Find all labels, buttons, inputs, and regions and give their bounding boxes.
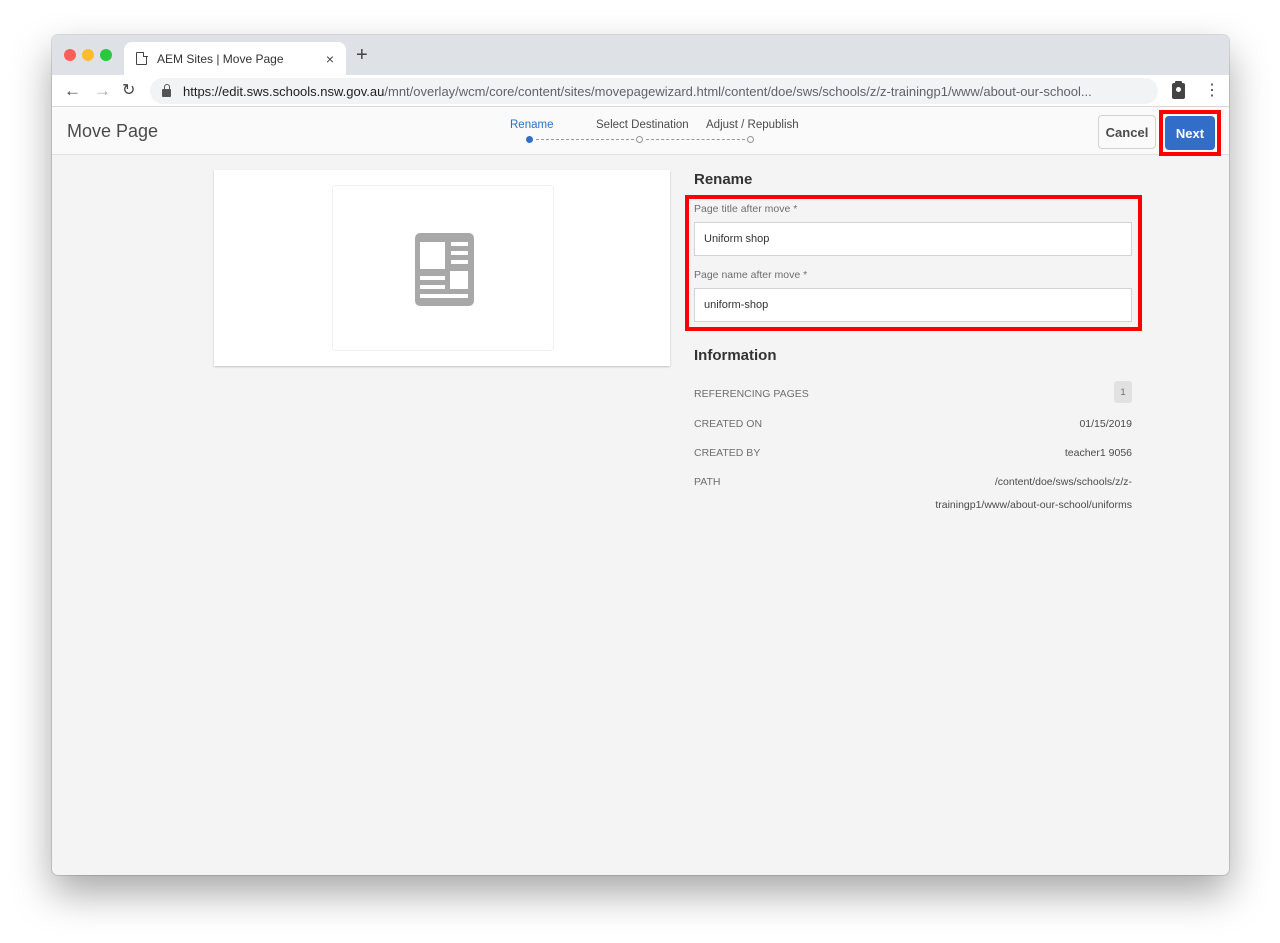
document-icon [136,51,148,65]
tab-close-icon[interactable]: × [326,51,334,67]
step-adjust-republish[interactable]: Adjust / Republish [706,119,799,131]
browser-toolbar: ← → ↻ https://edit.sws.schools.nsw.gov.a… [52,75,1229,107]
next-button[interactable]: Next [1165,116,1215,150]
address-bar[interactable]: https://edit.sws.schools.nsw.gov.au/mnt/… [150,78,1158,104]
page-name-input[interactable]: uniform-shop [694,288,1132,322]
minimize-window-button[interactable] [82,49,94,61]
new-tab-button[interactable]: + [356,45,368,65]
info-value: teacher1 9056 [1064,447,1132,459]
page-title: Move Page [67,121,159,141]
rename-heading: Rename [694,171,753,188]
page-name-label: Page name after move * [694,269,808,281]
browser-window: AEM Sites | Move Page × + ← → ↻ https://… [52,35,1229,875]
page-title-label: Page title after move * [694,203,798,215]
close-window-button[interactable] [64,49,76,61]
step-dot-active [526,136,533,143]
info-value: 01/15/2019 [1079,418,1132,430]
step-dot [636,136,643,143]
info-key: CREATED ON [694,418,763,430]
step-select-destination[interactable]: Select Destination [596,119,689,131]
step-dot [747,136,754,143]
page-layout-icon [415,233,474,306]
lock-icon [162,83,171,97]
more-menu-icon[interactable]: ⋮ [1204,81,1220,101]
wizard-stepper: Rename Select Destination Adjust / Repub… [492,117,812,149]
cancel-button[interactable]: Cancel [1098,115,1156,149]
browser-tab[interactable]: AEM Sites | Move Page × [124,42,346,75]
step-rename[interactable]: Rename [510,119,553,131]
tab-strip: AEM Sites | Move Page × + [52,35,1229,75]
url-host: https://edit.sws.schools.nsw.gov.au [183,83,385,99]
forward-arrow-icon[interactable]: → [94,79,111,103]
info-value-path: /content/doe/sws/schools/z/z-trainingp1/… [935,476,1132,511]
info-key: PATH [694,476,721,488]
next-highlight-box: Next [1159,110,1221,156]
clipboard-extension-icon[interactable] [1172,81,1185,99]
referencing-pages-badge[interactable]: 1 [1114,381,1132,403]
url-path: /mnt/overlay/wcm/core/content/sites/move… [384,83,1092,99]
page-title-input[interactable]: Uniform shop [694,222,1132,256]
info-key: CREATED BY [694,447,761,459]
info-key: REFERENCING PAGES [694,388,809,400]
page-thumbnail [332,185,554,351]
wizard-header: Move Page Rename Select Destination Adju… [52,107,1229,156]
step-connector [536,139,634,140]
reload-icon[interactable]: ↻ [122,79,135,103]
tab-title: AEM Sites | Move Page [157,51,284,66]
maximize-window-button[interactable] [100,49,112,61]
rename-highlight-box: Page title after move * Uniform shop Pag… [685,195,1142,331]
step-connector [646,139,745,140]
back-arrow-icon[interactable]: ← [64,79,81,103]
page-thumbnail-card [214,170,670,366]
information-heading: Information [694,347,777,364]
